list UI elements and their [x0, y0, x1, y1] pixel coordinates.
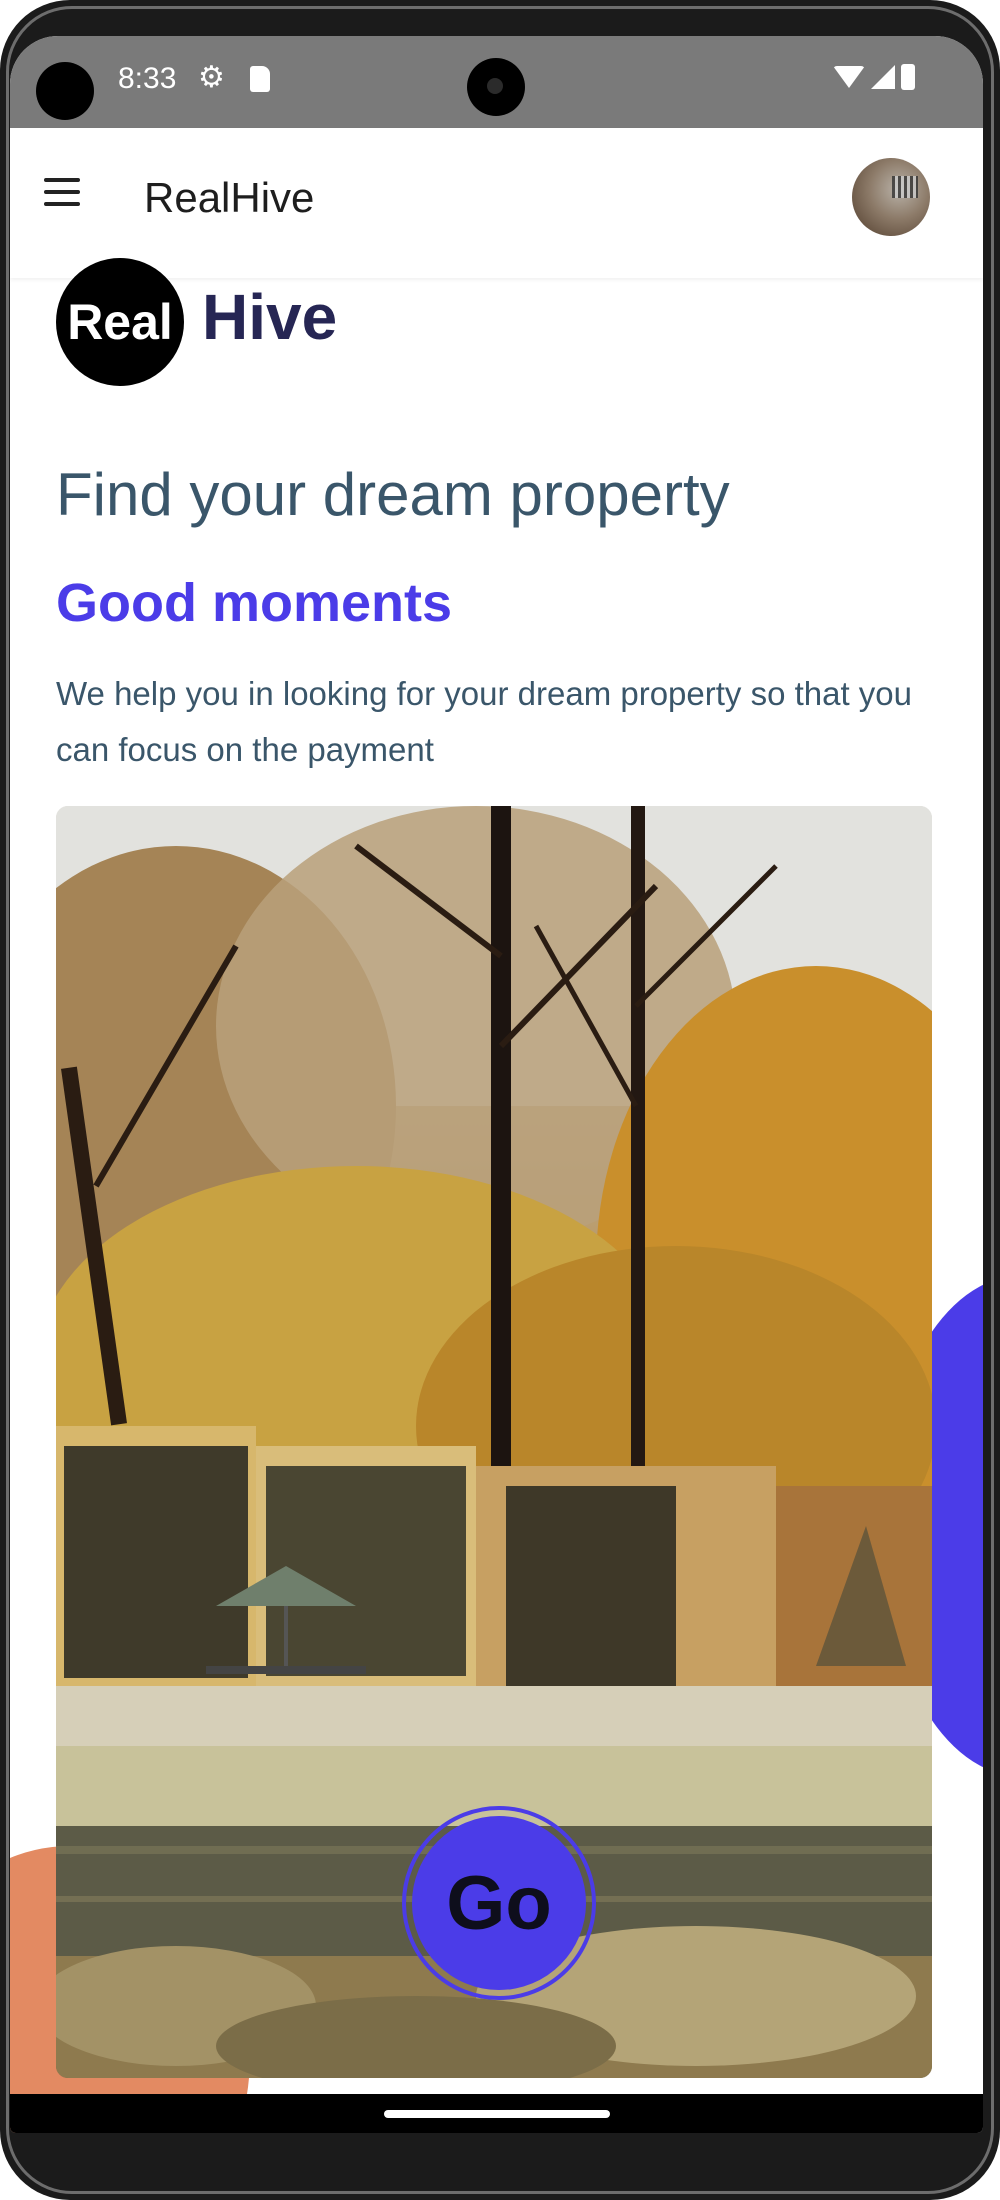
camera-hole-left [36, 62, 94, 120]
wifi-icon [833, 66, 865, 88]
battery-icon [901, 64, 915, 90]
status-bar: 8:33 ⚙ [10, 36, 983, 128]
home-gesture-pill[interactable] [384, 2110, 610, 2118]
page-subheadline: Good moments [56, 573, 453, 633]
logo-word: Hive [202, 281, 338, 353]
page-headline: Find your dream property [56, 461, 730, 528]
status-icons [833, 60, 915, 94]
status-time: 8:33 [118, 62, 177, 95]
user-avatar[interactable] [852, 158, 930, 236]
go-button[interactable]: Go [412, 1816, 586, 1990]
app-title: RealHive [144, 174, 315, 221]
logo-mark-text: Real [67, 294, 173, 350]
gear-icon: ⚙ [198, 61, 225, 94]
page-description: We help you in looking for your dream pr… [56, 675, 913, 768]
front-camera [467, 58, 525, 116]
signal-icon [871, 65, 895, 89]
logo-mark: Real [56, 258, 184, 386]
sd-card-icon [250, 66, 270, 92]
device-frame: 8:33 ⚙ RealHive Real Hive Find your drea… [0, 0, 1000, 2200]
menu-icon[interactable] [44, 178, 80, 206]
screen: 8:33 ⚙ RealHive Real Hive Find your drea… [10, 36, 983, 2133]
app-bar: RealHive [10, 128, 983, 278]
